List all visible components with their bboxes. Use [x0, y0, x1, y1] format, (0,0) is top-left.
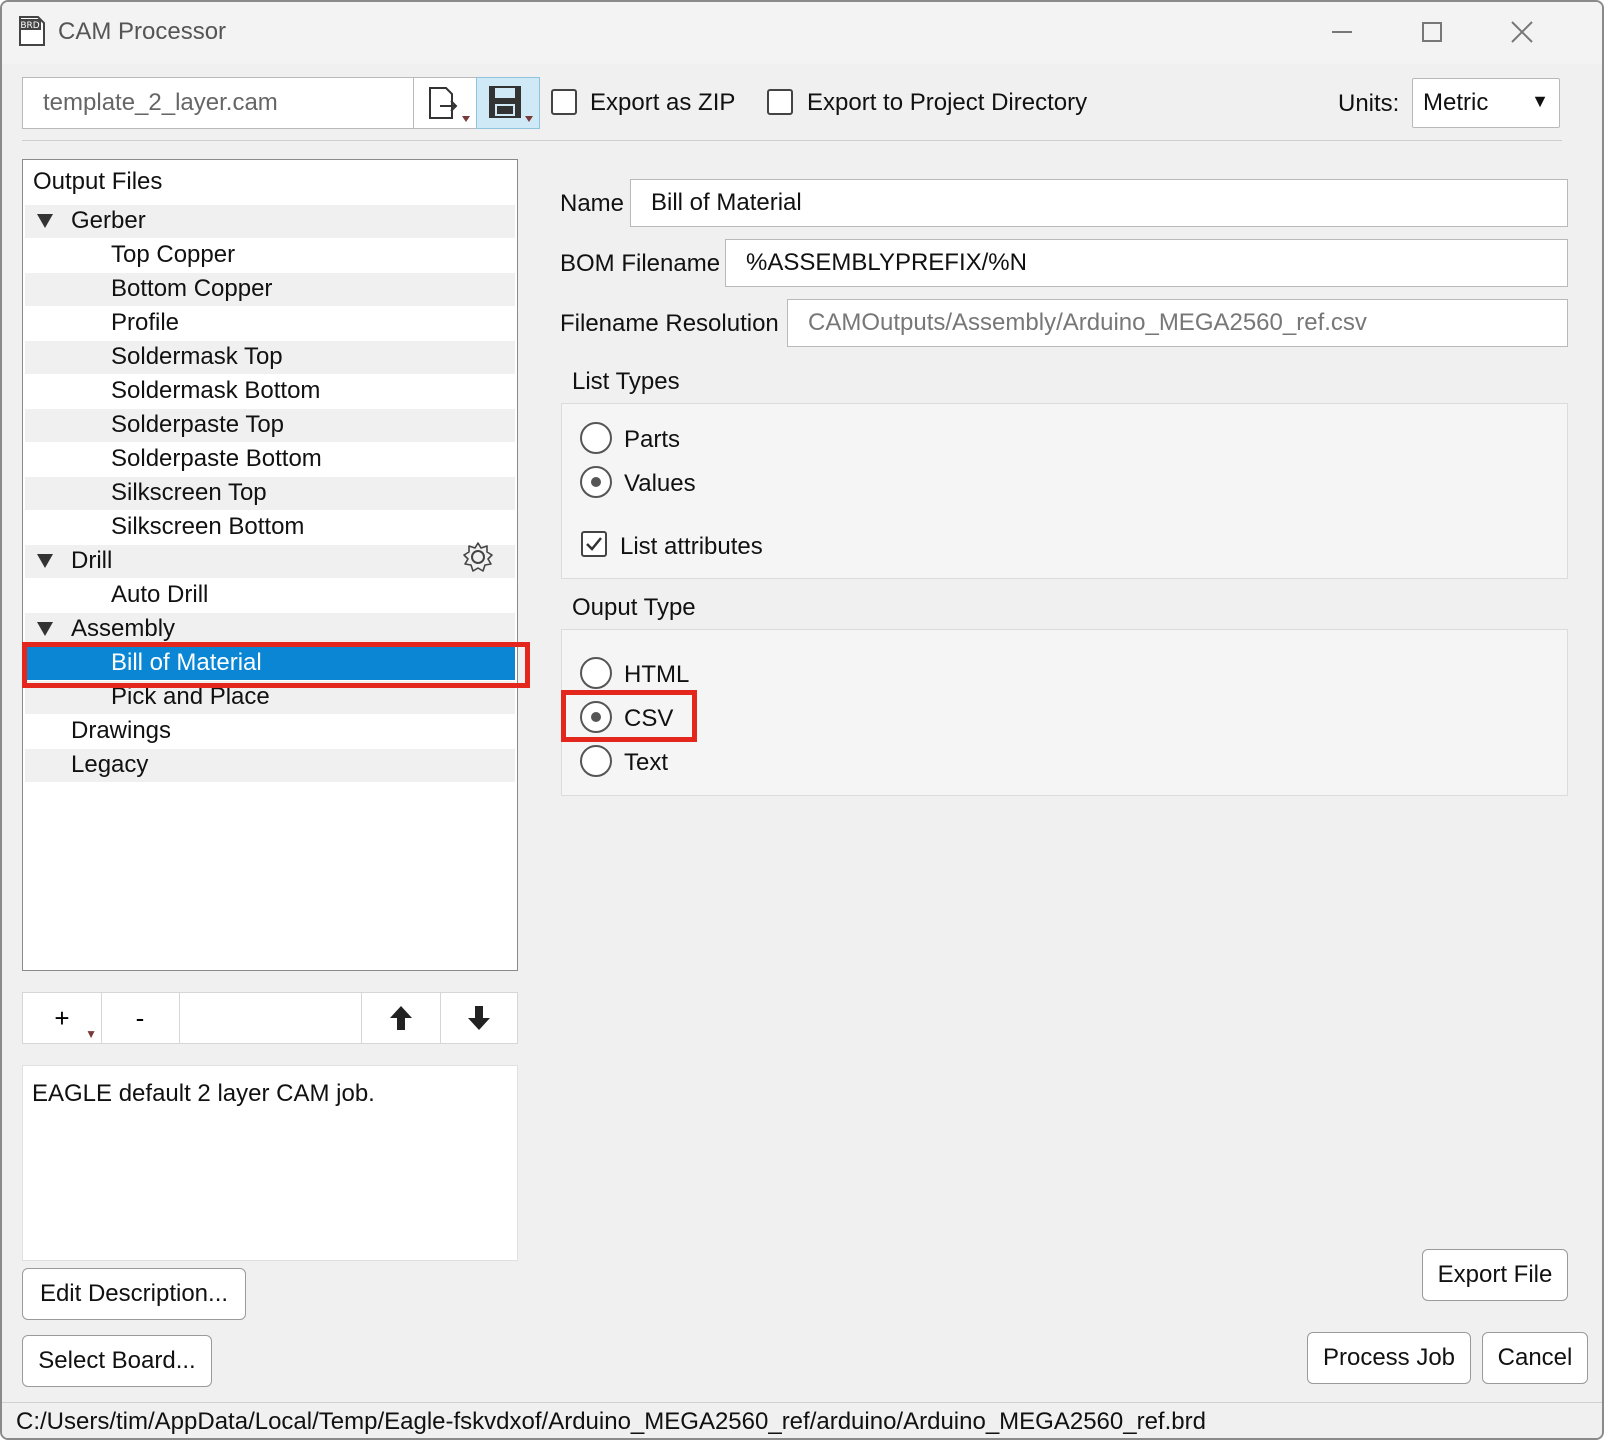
output-files-tree: Output Files Gerber Top Copper Bottom Copp… — [22, 159, 518, 971]
tree-item-label: Soldermask Bottom — [111, 377, 321, 404]
parts-label: Parts — [624, 426, 681, 453]
output-type-group — [561, 629, 1568, 796]
units-select[interactable]: Metric ▼ — [1412, 78, 1560, 128]
title-bar: BRD CAM Processor — [2, 2, 1602, 64]
save-icon — [489, 86, 533, 122]
tree-item-auto-drill[interactable]: Auto Drill — [25, 579, 515, 612]
filename-resolution-field: CAMOutputs/Assembly/Arduino_MEGA2560_ref… — [787, 299, 1568, 347]
process-job-button[interactable]: Process Job — [1307, 1332, 1471, 1384]
html-radio[interactable] — [580, 657, 612, 689]
tree-header: Output Files — [33, 168, 163, 195]
list-attributes-label: List attributes — [620, 533, 763, 560]
job-file-field[interactable]: template_2_layer.cam — [22, 77, 414, 129]
tree-item-bottom-copper[interactable]: Bottom Copper — [25, 273, 515, 306]
arrow-up-icon — [390, 1006, 412, 1030]
tree-item-label: Auto Drill — [111, 581, 209, 608]
text-label: Text — [624, 749, 669, 776]
parts-radio[interactable] — [580, 422, 612, 454]
list-attributes-checkbox[interactable] — [581, 531, 607, 557]
description-box: EAGLE default 2 layer CAM job. — [22, 1065, 518, 1261]
export-zip-checkbox[interactable] — [551, 89, 577, 115]
export-project-label: Export to Project Directory — [807, 89, 1088, 116]
tree-item-soldermask-top[interactable]: Soldermask Top — [25, 341, 515, 374]
gear-icon[interactable] — [461, 540, 495, 574]
tree-item-label: Solderpaste Bottom — [111, 445, 322, 472]
tree-item-soldermask-bottom[interactable]: Soldermask Bottom — [25, 375, 515, 408]
chevron-down-icon: ▼ — [1531, 91, 1549, 111]
tree-item-label: Solderpaste Top — [111, 411, 285, 438]
tree-item-silkscreen-bottom[interactable]: Silkscreen Bottom — [25, 511, 515, 544]
tree-item-label: Legacy — [71, 751, 149, 778]
tree-item-label: Soldermask Top — [111, 343, 283, 370]
values-label: Values — [624, 470, 696, 497]
expand-triangle-icon[interactable] — [37, 554, 53, 568]
bill-of-material-highlight — [22, 642, 530, 688]
bom-filename-field[interactable]: %ASSEMBLYPREFIX/%N — [725, 239, 1568, 287]
export-file-button[interactable]: Export File — [1422, 1249, 1568, 1301]
csv-highlight — [561, 690, 697, 742]
tree-item-gerber[interactable]: Gerber — [25, 205, 515, 238]
window-title: CAM Processor — [58, 18, 227, 45]
maximize-icon — [1422, 22, 1442, 42]
edit-description-button[interactable]: Edit Description... — [22, 1268, 246, 1320]
close-button[interactable] — [1502, 14, 1542, 50]
html-label: HTML — [624, 661, 690, 688]
arrow-down-icon — [468, 1006, 490, 1030]
checkmark-icon — [586, 537, 602, 551]
cancel-button[interactable]: Cancel — [1482, 1332, 1588, 1384]
tree-item-label: Bottom Copper — [111, 275, 273, 302]
tree-item-profile[interactable]: Profile — [25, 307, 515, 340]
values-radio[interactable] — [580, 466, 612, 498]
move-down-button[interactable] — [441, 993, 517, 1043]
dropdown-arrow-icon: ▼ — [85, 1027, 97, 1041]
units-value: Metric — [1423, 89, 1489, 116]
bom-filename-label: BOM Filename — [560, 250, 721, 277]
expand-triangle-icon[interactable] — [37, 214, 53, 228]
tree-item-label: Silkscreen Top — [111, 479, 267, 506]
tree-item-top-copper[interactable]: Top Copper — [25, 239, 515, 272]
tree-item-label: Gerber — [71, 207, 146, 234]
output-type-title: Ouput Type — [572, 594, 696, 621]
tree-item-silkscreen-top[interactable]: Silkscreen Top — [25, 477, 515, 510]
minimize-icon — [1332, 31, 1352, 33]
close-icon — [1511, 21, 1533, 43]
toolbar-divider — [22, 140, 1562, 141]
export-zip-label: Export as ZIP — [590, 89, 736, 116]
open-job-button[interactable] — [413, 77, 477, 129]
select-board-button[interactable]: Select Board... — [22, 1335, 212, 1387]
tree-item-label: Drawings — [71, 717, 172, 744]
add-output-button[interactable]: + ▼ — [23, 993, 102, 1043]
tree-item-label: Drill — [71, 547, 113, 574]
brd-file-icon: BRD — [19, 16, 45, 46]
minimize-button[interactable] — [1322, 14, 1362, 50]
tree-item-label: Profile — [111, 309, 180, 336]
move-up-button[interactable] — [361, 993, 441, 1043]
tree-item-legacy[interactable]: Legacy — [25, 749, 515, 782]
tree-item-solderpaste-bottom[interactable]: Solderpaste Bottom — [25, 443, 515, 476]
remove-output-button[interactable]: - — [101, 993, 180, 1043]
name-label: Name — [560, 190, 625, 217]
description-text: EAGLE default 2 layer CAM job. — [32, 1080, 375, 1107]
tree-item-drill[interactable]: Drill — [25, 545, 515, 578]
filename-resolution-label: Filename Resolution — [560, 310, 779, 337]
maximize-button[interactable] — [1412, 14, 1452, 50]
save-job-button[interactable] — [476, 77, 540, 129]
tree-item-drawings[interactable]: Drawings — [25, 715, 515, 748]
tree-item-solderpaste-top[interactable]: Solderpaste Top — [25, 409, 515, 442]
open-file-icon — [429, 87, 470, 122]
svg-text:BRD: BRD — [20, 21, 39, 31]
tree-button-bar: + ▼ - — [22, 992, 518, 1044]
tree-item-label: Assembly — [71, 615, 176, 642]
tree-item-label: Silkscreen Bottom — [111, 513, 305, 540]
list-types-title: List Types — [572, 368, 680, 395]
status-bar: C:/Users/tim/AppData/Local/Temp/Eagle-fs… — [2, 1402, 1602, 1438]
text-radio[interactable] — [580, 745, 612, 777]
export-project-checkbox[interactable] — [767, 89, 793, 115]
name-field[interactable]: Bill of Material — [630, 179, 1568, 227]
units-label: Units: — [1338, 90, 1400, 117]
expand-triangle-icon[interactable] — [37, 622, 53, 636]
tree-item-label: Top Copper — [111, 241, 236, 268]
board-path: C:/Users/tim/AppData/Local/Temp/Eagle-fs… — [16, 1408, 1206, 1435]
cam-processor-window: BRD CAM Processor template_2_layer.cam E… — [0, 0, 1604, 1440]
